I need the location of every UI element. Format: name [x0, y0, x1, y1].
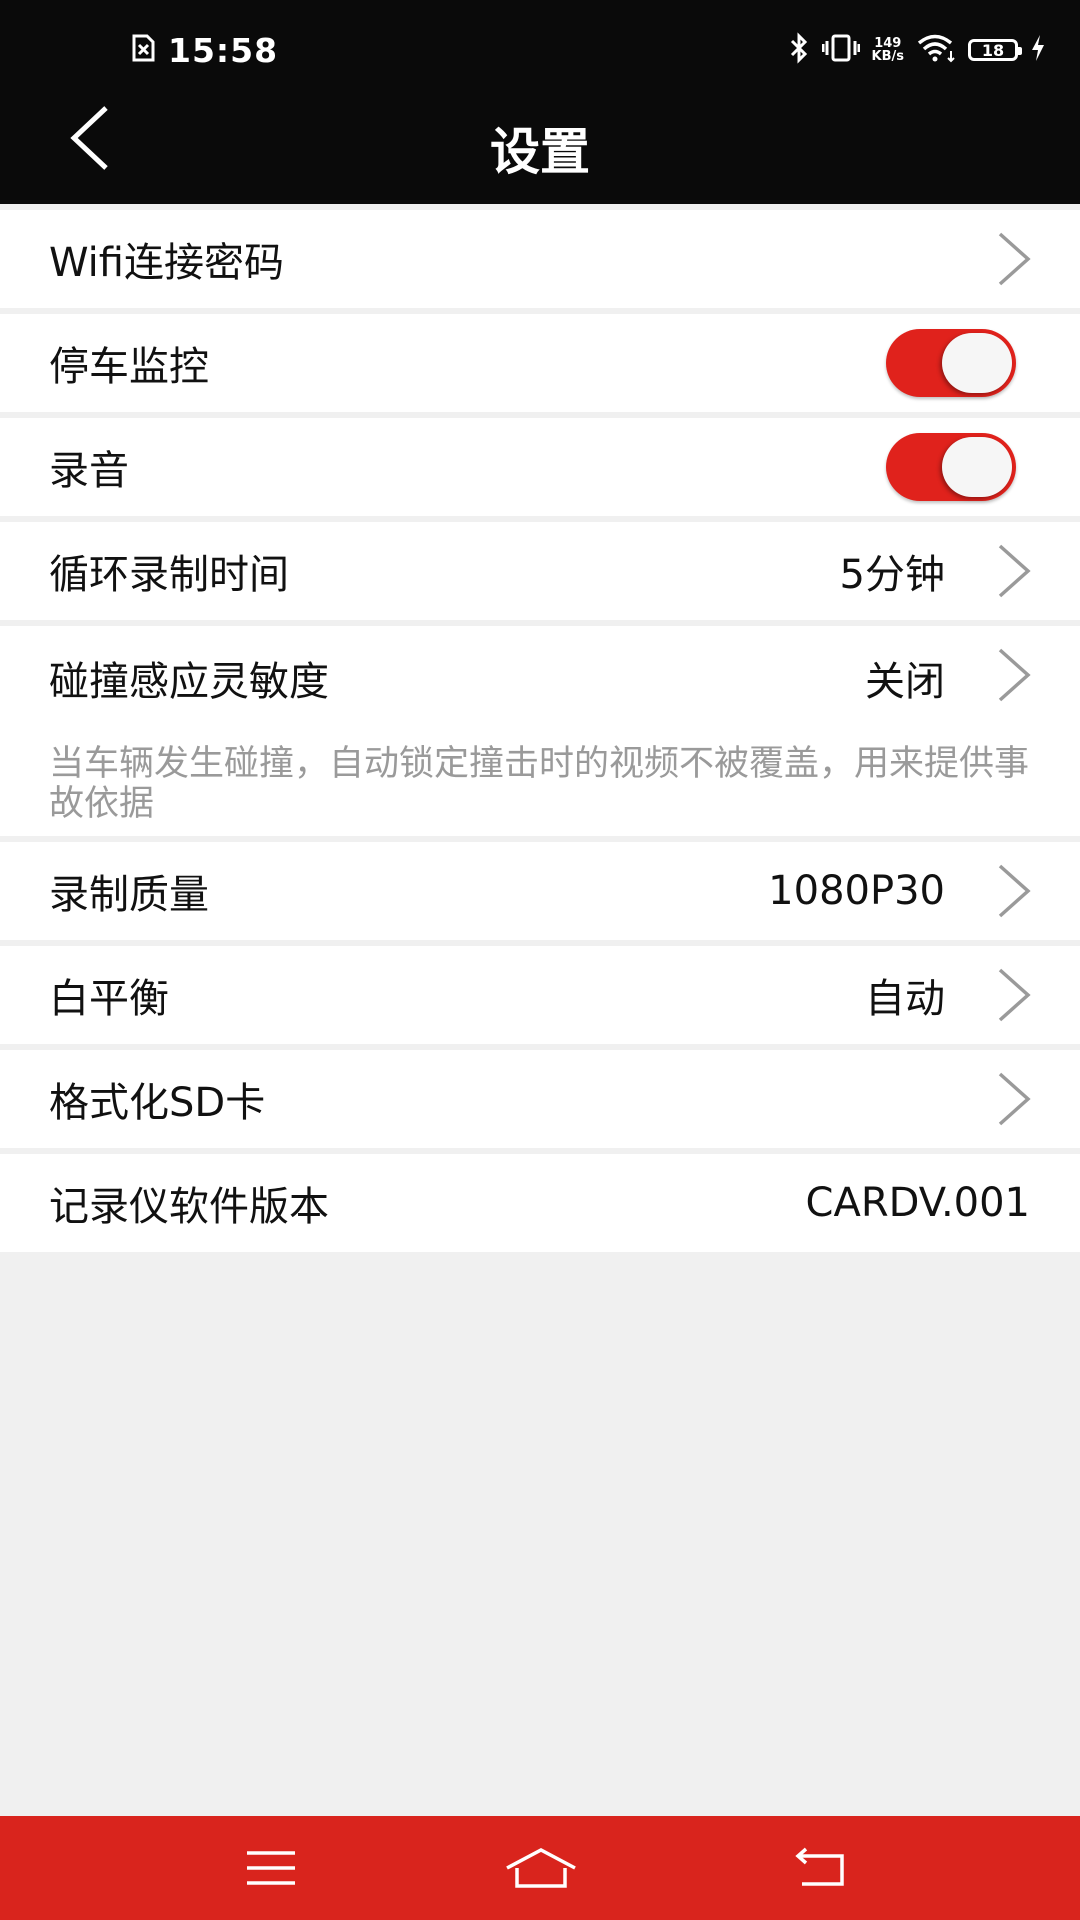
sim-off-icon: [130, 34, 156, 66]
setting-row-format-sd[interactable]: 格式化SD卡: [0, 1050, 1080, 1148]
chevron-right-icon: [998, 544, 1031, 598]
status-bar: 15:58 149 KB/s 18: [0, 0, 1080, 100]
bluetooth-icon: [788, 32, 810, 68]
setting-row-audio-recording: 录音: [0, 418, 1080, 516]
chevron-right-icon: [998, 864, 1031, 918]
network-speed: 149 KB/s: [872, 37, 904, 63]
setting-value: 5分钟: [839, 552, 945, 598]
page-title: 设置: [490, 123, 590, 181]
setting-row-white-balance[interactable]: 白平衡 自动: [0, 946, 1080, 1044]
chevron-right-icon: [998, 1072, 1031, 1126]
setting-row-recording-quality[interactable]: 录制质量 1080P30: [0, 842, 1080, 940]
parking-monitor-toggle[interactable]: [886, 329, 1016, 397]
setting-row-loop-recording[interactable]: 循环录制时间 5分钟: [0, 522, 1080, 620]
audio-recording-toggle[interactable]: [886, 433, 1016, 501]
home-icon: [506, 1848, 576, 1888]
home-button[interactable]: [501, 1840, 581, 1896]
status-right: 149 KB/s 18: [788, 28, 1046, 72]
status-left: 15:58: [130, 28, 278, 72]
setting-value: 关闭: [865, 659, 945, 705]
bottom-nav-bar: [0, 1816, 1080, 1920]
setting-row-firmware-version: 记录仪软件版本 CARDV.001: [0, 1154, 1080, 1252]
chevron-right-icon: [998, 232, 1031, 286]
app-header: 15:58 149 KB/s 18 设置: [0, 0, 1080, 204]
setting-label: 格式化SD卡: [49, 1080, 266, 1126]
chevron-right-icon: [998, 968, 1031, 1022]
setting-value: CARDV.001: [805, 1180, 1030, 1226]
setting-row-wifi-password[interactable]: Wifi连接密码: [0, 210, 1080, 308]
toggle-knob: [942, 333, 1012, 393]
setting-label: 记录仪软件版本: [49, 1184, 329, 1230]
vibrate-icon: [821, 33, 861, 67]
return-icon: [795, 1847, 844, 1886]
settings-list: Wifi连接密码 停车监控 录音 循环录制时间 5分钟 碰撞感应灵敏度 关闭 当…: [0, 210, 1080, 1258]
battery-level: 18: [981, 40, 1005, 60]
menu-icon: [247, 1851, 295, 1885]
setting-description: 当车辆发生碰撞，自动锁定撞击时的视频不被覆盖，用来提供事故依据: [49, 744, 1030, 824]
setting-label: 白平衡: [49, 976, 169, 1022]
setting-label: 停车监控: [49, 344, 209, 390]
setting-label: 碰撞感应灵敏度: [49, 659, 329, 705]
setting-value: 自动: [865, 976, 945, 1022]
setting-label: Wifi连接密码: [49, 240, 284, 286]
nav-bar: 设置: [0, 100, 1080, 204]
setting-label: 录制质量: [49, 872, 209, 918]
charging-icon: [1030, 34, 1046, 66]
network-speed-unit: KB/s: [871, 49, 904, 64]
setting-row-collision-sensitivity[interactable]: 碰撞感应灵敏度 关闭 当车辆发生碰撞，自动锁定撞击时的视频不被覆盖，用来提供事故…: [0, 626, 1080, 836]
toggle-knob: [942, 437, 1012, 497]
wifi-icon: [916, 33, 956, 67]
status-time: 15:58: [168, 30, 279, 70]
chevron-right-icon: [998, 648, 1031, 702]
setting-value: 1080P30: [768, 868, 945, 914]
setting-label: 循环录制时间: [49, 552, 289, 598]
battery-indicator: 18: [968, 39, 1022, 61]
setting-label: 录音: [49, 448, 129, 494]
menu-button[interactable]: [231, 1840, 311, 1896]
return-button[interactable]: [782, 1840, 862, 1896]
setting-row-parking-monitor: 停车监控: [0, 314, 1080, 412]
